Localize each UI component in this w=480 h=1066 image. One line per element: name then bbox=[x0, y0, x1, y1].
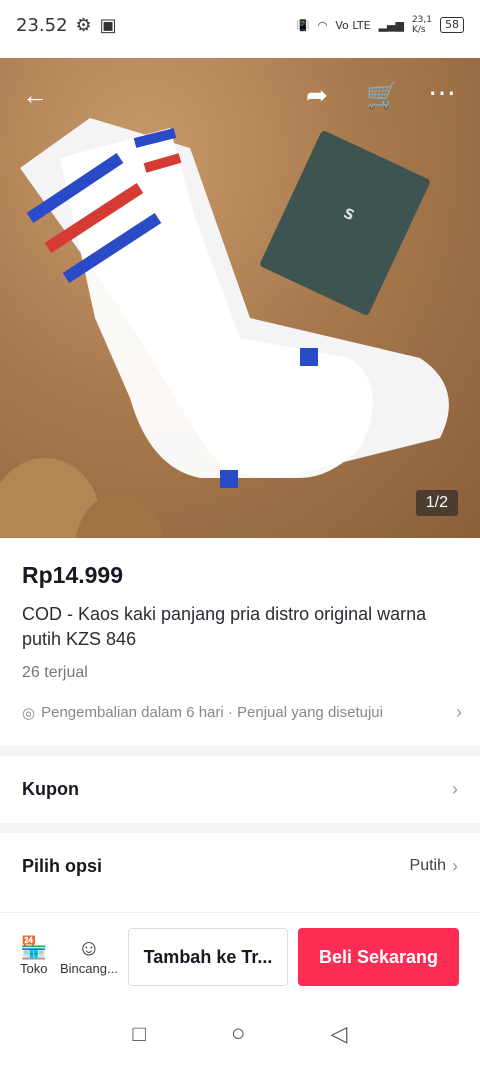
image-counter: 1/2 bbox=[415, 490, 458, 516]
chevron-right-icon: › bbox=[452, 778, 458, 799]
chat-icon: ☺ bbox=[77, 935, 101, 960]
gear-icon: ⚙ bbox=[75, 14, 92, 36]
chat-button[interactable]: ☺ Bincang... bbox=[60, 935, 118, 976]
shop-button[interactable]: 🏪 Toko bbox=[20, 935, 47, 976]
coupon-label: Kupon bbox=[22, 778, 79, 799]
section-divider bbox=[0, 746, 480, 756]
sold-count: 26 terjual bbox=[22, 664, 88, 681]
product-title: COD - Kaos kaki panjang pria distro orig… bbox=[22, 604, 427, 649]
selected-option: Putih bbox=[409, 857, 446, 874]
options-row[interactable]: Pilih opsi Putih › bbox=[0, 833, 480, 899]
lte-label: Vo LTE bbox=[335, 18, 371, 32]
check-circle-icon: ◎ bbox=[22, 704, 36, 722]
back-arrow-icon[interactable]: ← bbox=[22, 80, 48, 111]
shop-icon: 🏪 bbox=[20, 935, 48, 960]
chevron-right-icon: › bbox=[456, 702, 462, 722]
vibrate-icon: 📳 bbox=[296, 18, 310, 32]
chevron-right-icon: › bbox=[452, 855, 458, 876]
section-divider bbox=[0, 823, 480, 833]
recents-icon[interactable]: □ bbox=[133, 1021, 146, 1047]
buy-now-button[interactable]: Beli Sekarang bbox=[298, 928, 459, 986]
battery-indicator: 58 bbox=[440, 17, 464, 33]
status-bar: 23.52 ⚙ ▣ 📳 ◠ Vo LTE ▂▄▆ 23,1 K/s 58 bbox=[0, 0, 480, 50]
policy-text: Pengembalian dalam 6 hari · Penjual yang… bbox=[41, 704, 383, 721]
clock: 23.52 bbox=[16, 14, 68, 36]
shop-label: Toko bbox=[20, 961, 48, 976]
app-notification-icon: ▣ bbox=[99, 14, 117, 36]
add-to-cart-button[interactable]: Tambah ke Tr... bbox=[128, 928, 288, 986]
net-speed: 23,1 K/s bbox=[411, 15, 432, 35]
signal-icon: ▂▄▆ bbox=[378, 18, 404, 32]
product-price: Rp14.999 bbox=[22, 562, 124, 588]
back-icon[interactable]: ◁ bbox=[331, 1021, 348, 1047]
bottom-action-bar: 🏪 Toko ☺ Bincang... Tambah ke Tr... Beli… bbox=[0, 912, 480, 1002]
product-image-carousel[interactable]: S ← ➦ 🛒 ⋯ 1/2 bbox=[0, 58, 480, 538]
more-icon[interactable]: ⋯ bbox=[428, 76, 456, 109]
cart-icon[interactable]: 🛒 bbox=[366, 80, 398, 111]
home-icon[interactable]: ○ bbox=[231, 1020, 246, 1048]
product-photo: S bbox=[0, 118, 449, 538]
options-label: Pilih opsi bbox=[22, 855, 103, 876]
return-policy[interactable]: ◎ Pengembalian dalam 6 hari · Penjual ya… bbox=[22, 702, 462, 723]
wifi-icon: ◠ bbox=[317, 18, 328, 32]
share-icon[interactable]: ➦ bbox=[306, 80, 328, 111]
chat-label: Bincang... bbox=[60, 961, 118, 976]
system-nav-bar: □ ○ ◁ bbox=[0, 1002, 480, 1066]
coupon-row[interactable]: Kupon › bbox=[0, 756, 480, 822]
